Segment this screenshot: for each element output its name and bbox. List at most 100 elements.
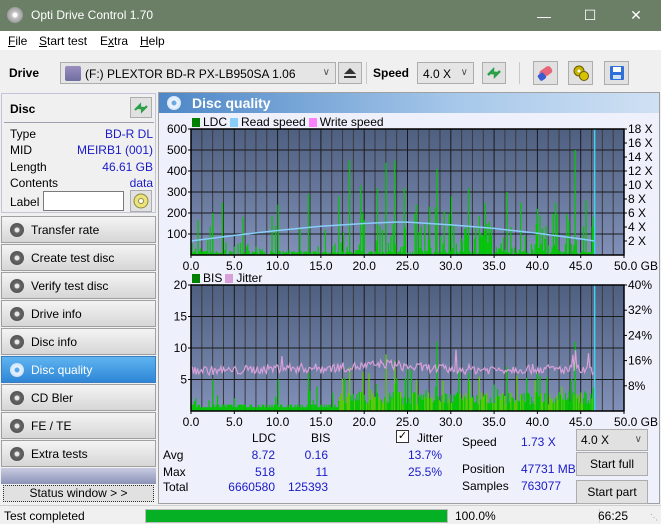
speed-label: Speed xyxy=(373,66,410,80)
x-tick-label: 20.0 xyxy=(353,415,377,429)
minimize-button[interactable]: — xyxy=(521,0,567,31)
ldc-bar xyxy=(443,210,445,255)
bis-bar xyxy=(312,399,314,411)
bis-bar xyxy=(355,399,357,411)
start-part-button[interactable]: Start part xyxy=(576,480,648,504)
bis-bar xyxy=(258,404,260,411)
x-tick-label: 5.0 xyxy=(226,415,243,429)
settings-button[interactable] xyxy=(568,61,593,85)
bis-bar xyxy=(380,399,382,411)
save-button[interactable] xyxy=(604,61,629,85)
ldc-bar xyxy=(395,244,397,255)
bis-bar xyxy=(349,366,351,411)
bis-bar xyxy=(238,404,240,411)
bis-bar xyxy=(569,401,571,411)
close-button[interactable]: ✕ xyxy=(613,0,659,31)
bis-bar xyxy=(570,378,573,411)
resize-grip-icon[interactable]: ⋱ xyxy=(650,513,658,522)
nav-create-test-disc[interactable]: Create test disc xyxy=(1,244,156,271)
nav-disc-quality[interactable]: Disc quality xyxy=(1,356,156,383)
bis-bar xyxy=(437,396,439,411)
speed-select[interactable]: 4.0 X ∨ xyxy=(417,62,474,84)
stats-col-ldc: LDC xyxy=(252,431,277,445)
ldc-bar xyxy=(555,202,557,255)
bis-bar xyxy=(277,379,279,411)
disc-divider xyxy=(4,122,154,123)
disc-label-input[interactable] xyxy=(43,191,124,211)
ldc-bar xyxy=(556,214,558,255)
bis-bar xyxy=(498,396,500,411)
bis-bar xyxy=(580,392,582,411)
nav-fe-te[interactable]: FE / TE xyxy=(1,412,156,439)
refresh-button[interactable] xyxy=(482,62,506,84)
bis-bar xyxy=(239,404,242,411)
bis-bar xyxy=(391,398,393,411)
menu-start-test[interactable]: Start test xyxy=(39,34,87,48)
y2-tick-label: 14 X xyxy=(628,150,653,164)
test-speed-select[interactable]: 4.0 X ∨ xyxy=(576,429,648,451)
menu-help[interactable]: Help xyxy=(140,34,165,48)
stats-total-bis: 125393 xyxy=(287,480,328,494)
bis-bar xyxy=(321,404,323,411)
jitter-checkbox[interactable]: ✓ xyxy=(396,430,409,443)
stats-total-ldc: 6660580 xyxy=(228,480,275,494)
ldc-bar xyxy=(199,248,202,255)
maximize-button[interactable]: ☐ xyxy=(567,0,613,31)
disc-quality-icon xyxy=(10,363,24,377)
bis-bar xyxy=(560,395,562,411)
ldc-bar xyxy=(212,213,214,255)
nav-extra-tests[interactable]: Extra tests xyxy=(1,440,156,467)
ldc-bar xyxy=(504,249,506,255)
eject-button[interactable] xyxy=(338,62,362,84)
bis-bar xyxy=(281,404,283,411)
extra-tests-icon xyxy=(10,447,24,461)
bis-bar xyxy=(486,392,488,411)
nav-cd-bler[interactable]: CD Bler xyxy=(1,384,156,411)
ldc-bar xyxy=(551,247,553,255)
ldc-bar xyxy=(547,245,550,255)
eject-icon xyxy=(344,68,356,78)
bis-bar xyxy=(379,399,381,411)
ldc-bar xyxy=(245,246,248,255)
bis-bar xyxy=(197,404,199,411)
x-tick-label: 30.0 xyxy=(439,259,463,273)
stats-col-bis: BIS xyxy=(311,431,331,445)
nav-verify-test-disc[interactable]: Verify test disc xyxy=(1,272,156,299)
refresh-swap-icon xyxy=(134,101,148,114)
bis-bar xyxy=(555,398,557,411)
nav-disc-info[interactable]: Disc info xyxy=(1,328,156,355)
menu-file[interactable]: File xyxy=(8,34,27,48)
erase-button[interactable] xyxy=(533,61,558,85)
stats-avg-ldc: 8.72 xyxy=(251,448,275,462)
nav-drive-info[interactable]: Drive info xyxy=(1,300,156,327)
bis-bar xyxy=(401,397,403,411)
menu-extra[interactable]: Extra xyxy=(100,34,128,48)
bis-bar xyxy=(523,392,525,411)
bis-bar xyxy=(546,377,548,411)
bis-bar xyxy=(547,404,550,411)
y2-tick-label: 2 X xyxy=(628,234,646,248)
bis-bar xyxy=(208,400,210,411)
ldc-bar xyxy=(583,226,585,255)
bis-bar xyxy=(540,393,542,411)
position-label: Position xyxy=(462,462,505,476)
disc-icon xyxy=(133,193,149,209)
ldc-bar xyxy=(498,248,500,255)
drive-select[interactable]: (F:) PLEXTOR BD-R PX-LB950SA 1.06 ∨ xyxy=(60,62,336,84)
bis-bar xyxy=(576,398,579,411)
disc-label-button[interactable] xyxy=(130,190,152,212)
bis-bar xyxy=(419,397,421,411)
x-tick-label: 50.0 GB xyxy=(614,415,658,429)
nav-transfer-rate[interactable]: Transfer rate xyxy=(1,216,156,243)
start-full-button[interactable]: Start full xyxy=(576,452,648,476)
bis-bar xyxy=(418,394,420,411)
bis-bar xyxy=(527,392,529,411)
disc-refresh-button[interactable] xyxy=(130,97,152,118)
settings-gear-icon xyxy=(573,65,589,81)
bis-bar xyxy=(575,393,577,411)
bis-bar xyxy=(423,394,425,411)
cd-bler-icon xyxy=(10,391,24,405)
stats-max-ldc: 518 xyxy=(254,465,275,479)
ldc-bar xyxy=(375,240,377,255)
status-window-button[interactable]: Status window > > xyxy=(3,485,154,502)
